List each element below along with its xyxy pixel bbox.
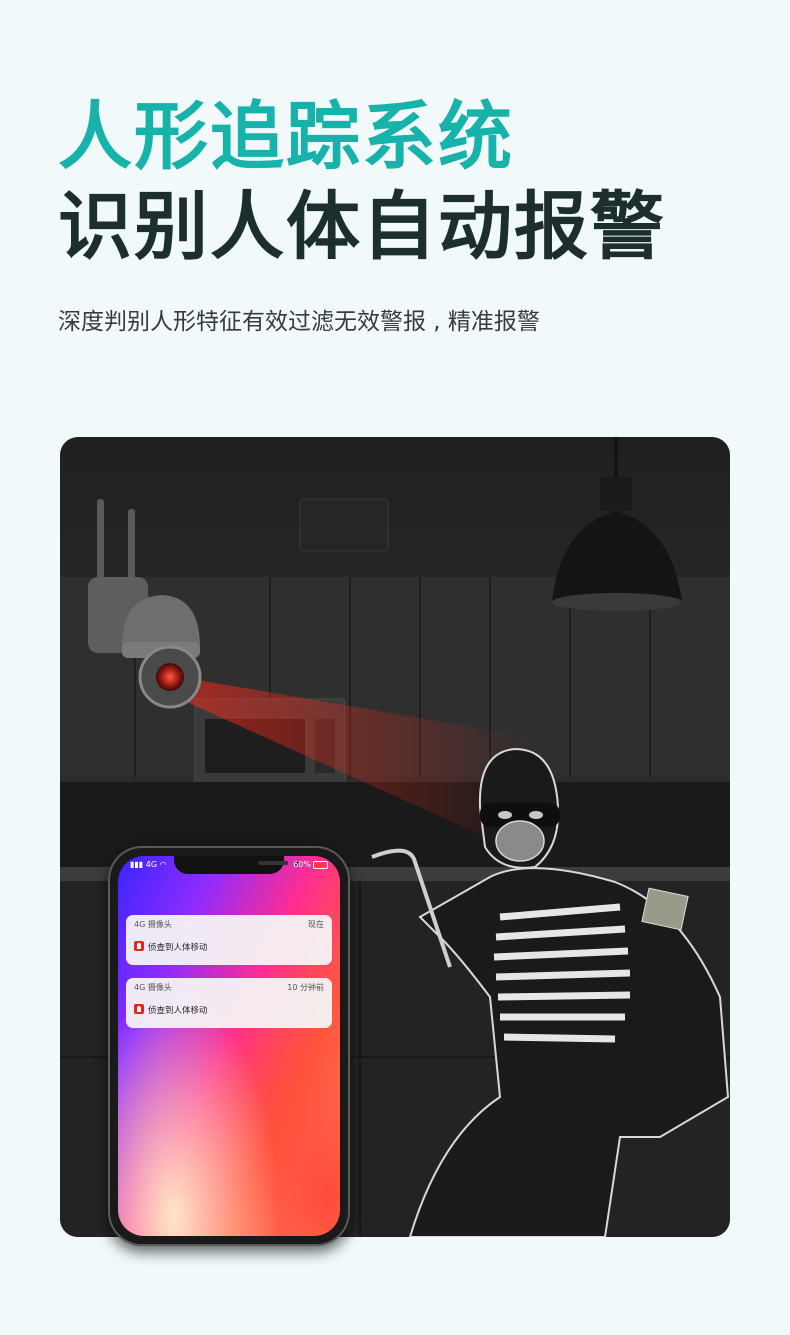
battery-icon bbox=[313, 860, 328, 869]
phone-screen: ▮▮▮ 4G ◠ 60% 4G 摄像头 现在 侦查到人体移动 4G 摄像头 10… bbox=[118, 856, 340, 1236]
notification-time: 现在 bbox=[308, 920, 324, 929]
notification-card[interactable]: 4G 摄像头 10 分钟前 侦查到人体移动 bbox=[126, 978, 332, 1028]
smartphone: ▮▮▮ 4G ◠ 60% 4G 摄像头 现在 侦查到人体移动 4G 摄像头 10… bbox=[108, 846, 350, 1246]
alarm-icon bbox=[134, 941, 144, 951]
phone-notch bbox=[174, 856, 299, 874]
battery-label: 60% bbox=[293, 860, 311, 869]
wifi-icon: ◠ bbox=[157, 860, 167, 869]
notification-app-name: 4G 摄像头 bbox=[134, 983, 172, 992]
notification-time: 10 分钟前 bbox=[287, 983, 324, 992]
signal-icon: ▮▮▮ bbox=[130, 860, 146, 869]
speaker-icon bbox=[258, 861, 288, 865]
headline-primary: 人形追踪系统 bbox=[58, 94, 514, 180]
status-bar-signal: ▮▮▮ 4G ◠ bbox=[130, 860, 167, 869]
headline-secondary: 识别人体自动报警 bbox=[58, 184, 666, 270]
notification-message: 侦查到人体移动 bbox=[148, 943, 208, 953]
notification-card[interactable]: 4G 摄像头 现在 侦查到人体移动 bbox=[126, 915, 332, 965]
network-label: 4G bbox=[145, 860, 158, 869]
notification-app-name: 4G 摄像头 bbox=[134, 920, 172, 929]
description-text: 深度判别人形特征有效过滤无效警报 , 精准报警 bbox=[58, 309, 540, 335]
notification-message: 侦查到人体移动 bbox=[148, 1006, 208, 1016]
status-bar-battery: 60% bbox=[293, 860, 328, 869]
alarm-icon bbox=[134, 1004, 144, 1014]
